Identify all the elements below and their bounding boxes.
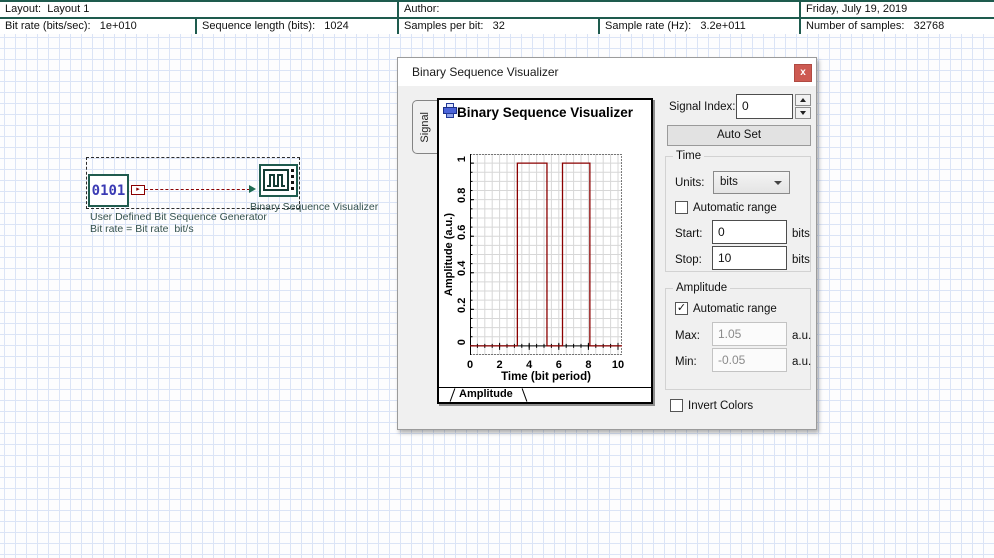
x-axis-title: Time (bit period) [501, 371, 591, 383]
visualizer-input-port[interactable] [249, 185, 256, 193]
y-tick-label: 0 [456, 338, 468, 345]
units-value: bits [720, 176, 738, 188]
number-of-samples-cell: Number of samples: 32768 [806, 20, 945, 32]
y-tick-label: 0.2 [456, 297, 468, 313]
y-tick-label: 1 [456, 156, 468, 163]
sequence-length-cell: Sequence length (bits): 1024 [197, 19, 399, 34]
time-group-title: Time [673, 150, 705, 162]
amplitude-group-title: Amplitude [673, 282, 731, 294]
layout-header: Layout: Layout 1 Author: Friday, July 19… [0, 0, 994, 36]
time-group: Time Units: bits Automatic range Start: … [665, 150, 811, 272]
max-label: Max: [675, 330, 700, 342]
binary-digits-icon: 0101 [91, 182, 126, 199]
chart-panel: Binary Sequence Visualizer Amplitude (a.… [437, 98, 653, 404]
max-unit: a.u. [792, 330, 812, 342]
x-tick-label: 10 [611, 359, 625, 371]
start-input[interactable]: 0 [712, 220, 787, 244]
x-tick-label: 4 [526, 359, 533, 371]
binary-sequence-plot [467, 153, 622, 356]
signal-index-label: Signal Index: [669, 101, 736, 113]
tab-signal[interactable]: Signal [412, 100, 437, 154]
generator-label-line2: Bit rate = Bit rate bit/s [90, 223, 194, 235]
binary-sequence-visualizer-component[interactable] [259, 164, 298, 197]
max-input: 1.05 [712, 322, 787, 346]
stop-unit: bits [792, 254, 810, 266]
header-row-1: Layout: Layout 1 Author: Friday, July 19… [0, 0, 994, 19]
plot-area [467, 153, 622, 356]
invert-colors-checkbox[interactable] [670, 399, 683, 412]
auto-set-button[interactable]: Auto Set [667, 125, 811, 146]
close-icon[interactable]: x [794, 64, 812, 82]
samples-per-bit-cell: Samples per bit: 32 [399, 19, 600, 34]
min-label: Min: [675, 356, 697, 368]
time-automatic-range-label: Automatic range [693, 202, 777, 214]
chevron-down-icon [774, 181, 782, 185]
amplitude-automatic-range-label: Automatic range [693, 303, 777, 315]
binary-sequence-visualizer-dialog: Binary Sequence Visualizer x Signal Bina… [397, 57, 817, 430]
y-axis-title: Amplitude (a.u.) [443, 212, 455, 297]
invert-colors-label: Invert Colors [688, 400, 754, 412]
layout-name-cell: Layout: Layout 1 [0, 2, 399, 17]
x-tick-label: 0 [466, 359, 474, 371]
x-tick-label: 8 [585, 359, 592, 371]
dialog-titlebar[interactable]: Binary Sequence Visualizer x [398, 58, 816, 86]
signal-index-stepper[interactable] [795, 94, 811, 119]
spin-down-icon[interactable] [795, 107, 811, 119]
amplitude-automatic-range-checkbox[interactable] [675, 302, 688, 315]
tab-amplitude-label: Amplitude [459, 388, 513, 400]
sample-rate-cell: Sample rate (Hz): 3.2e+011 [600, 19, 801, 34]
y-tick-label: 0.6 [456, 224, 468, 240]
stop-input[interactable]: 10 [712, 246, 787, 270]
connection-wire [145, 189, 250, 190]
x-tick-label: 6 [555, 359, 562, 371]
time-automatic-range-checkbox[interactable] [675, 201, 688, 214]
generator-label-line1: User Defined Bit Sequence Generator [90, 211, 267, 223]
start-unit: bits [792, 228, 810, 240]
y-tick-label: 0.4 [456, 261, 468, 277]
amplitude-group: Amplitude Automatic range Max: 1.05 a.u.… [665, 282, 812, 390]
x-tick-label: 2 [496, 359, 503, 371]
signal-index-input[interactable]: 0 [736, 94, 793, 119]
visualizer-label: Binary Sequence Visualizer [250, 201, 379, 213]
min-input: -0.05 [712, 348, 787, 372]
date-cell: Friday, July 19, 2019 [806, 3, 908, 15]
start-label: Start: [675, 228, 703, 240]
author-cell: Author: [399, 2, 801, 17]
stop-label: Stop: [675, 254, 702, 266]
bit-sequence-generator-component[interactable]: 0101 [88, 174, 129, 207]
chart-title: Binary Sequence Visualizer [456, 105, 634, 120]
bit-rate-cell: Bit rate (bits/sec): 1e+010 [0, 19, 197, 34]
units-select[interactable]: bits [713, 171, 790, 194]
y-tick-label: 0.8 [456, 188, 468, 204]
tab-amplitude[interactable]: Amplitude [449, 388, 528, 402]
dialog-title: Binary Sequence Visualizer [412, 65, 559, 79]
port-dots-icon [291, 169, 294, 190]
min-unit: a.u. [792, 356, 812, 368]
generator-output-port[interactable]: ▸ [131, 185, 145, 195]
units-label: Units: [675, 177, 705, 189]
tab-signal-label: Signal [419, 111, 431, 143]
spin-up-icon[interactable] [795, 94, 811, 106]
